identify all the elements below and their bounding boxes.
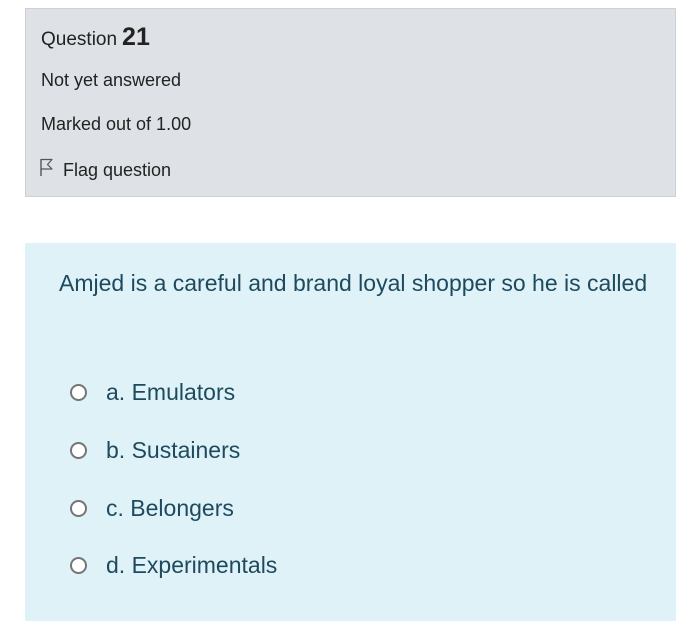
question-number-value: 21 (122, 23, 150, 51)
answer-label: c. Belongers (106, 495, 234, 521)
radio-button[interactable] (70, 500, 87, 517)
question-text: Amjed is a careful and brand loyal shopp… (59, 270, 648, 296)
question-state: Not yet answered (41, 70, 182, 90)
radio-button[interactable] (70, 557, 87, 574)
answer-option-b[interactable]: b. Sustainers (70, 437, 240, 464)
answer-option-d[interactable]: d. Experimentals (70, 552, 277, 579)
flag-question-label: Flag question (63, 159, 172, 180)
flag-question-link[interactable]: Flag question (39, 158, 171, 182)
radio-button[interactable] (70, 384, 87, 401)
flag-icon (39, 158, 63, 182)
question-content-panel: Amjed is a careful and brand loyal shopp… (25, 243, 676, 621)
answer-label: a. Emulators (106, 379, 236, 405)
question-label: Question (41, 29, 118, 50)
answer-option-a[interactable]: a. Emulators (70, 379, 235, 406)
question-grade: Marked out of 1.00 (41, 114, 192, 134)
answer-label: b. Sustainers (106, 437, 241, 463)
question-number: Question 21 (41, 23, 150, 52)
answer-option-c[interactable]: c. Belongers (70, 495, 234, 522)
question-info-panel: Question 21 Not yet answered Marked out o… (25, 8, 676, 197)
radio-button[interactable] (70, 442, 87, 459)
answer-label: d. Experimentals (106, 552, 278, 578)
